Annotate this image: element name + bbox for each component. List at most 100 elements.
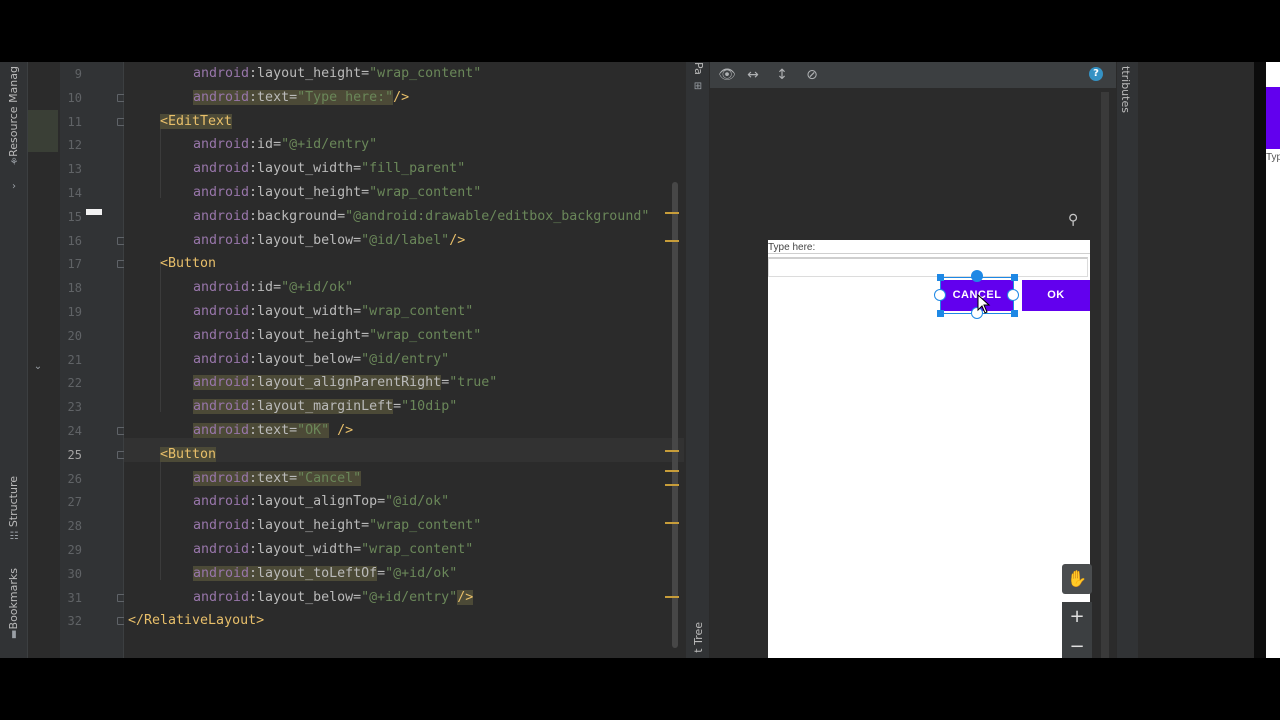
line-number: 15 [67,209,82,224]
code-line[interactable]: <Button [160,443,217,467]
device-preview[interactable]: Type here: CANCEL OK [768,240,1090,658]
code-token: :layout_toLeftOf [249,565,378,581]
code-line[interactable]: android:text="Type here:"/> [193,86,409,110]
component-tree-tab[interactable]: t Tree [692,622,705,653]
pan-hand-button[interactable]: ✋ [1062,564,1092,594]
chevron-down-icon[interactable]: ⌄ [32,362,44,372]
code-token: "@id/label" [361,232,450,248]
code-token: :layout_width= [249,304,362,319]
code-line[interactable]: </RelativeLayout> [128,609,264,633]
error-stripe-mark[interactable] [665,240,679,242]
error-stripe-mark[interactable] [665,596,679,598]
warning-indicator[interactable] [86,209,102,215]
preview-label[interactable]: Type here: [768,242,815,253]
code-token: <EditText [160,113,233,129]
code-line[interactable]: android:id="@+id/ok" [193,276,353,300]
magnet-off-icon[interactable]: ⊘ [803,66,821,84]
resize-handle[interactable] [937,274,944,281]
preview-ok-button[interactable]: OK [1022,280,1090,311]
pin-icon[interactable]: ⚲ [1068,212,1078,228]
code-line[interactable]: android:layout_width="fill_parent" [193,157,465,181]
eye-icon[interactable]: 👁 [718,66,736,84]
error-stripe-mark[interactable] [665,484,679,486]
preview-entry-field[interactable] [768,257,1088,277]
code-line[interactable]: android:text="OK" /> [193,419,353,443]
code-line[interactable]: <Button [160,252,216,276]
code-editor[interactable]: android:layout_height="wrap_content" andr… [124,62,684,658]
error-stripe-mark[interactable] [665,450,679,452]
zoom-in-button[interactable]: + [1062,602,1092,632]
code-line[interactable]: android:background="@android:drawable/ed… [193,205,649,229]
code-line[interactable]: android:layout_height="wrap_content" [193,324,481,348]
error-stripe-mark[interactable] [665,522,679,524]
change-marker [28,110,58,152]
editor-scrollbar[interactable] [672,182,678,648]
code-token: android [193,66,250,81]
resize-handle[interactable] [1011,274,1018,281]
code-line[interactable]: android:layout_height="wrap_content" [193,181,481,205]
code-token: :layout_alignParentRight [249,375,442,391]
code-line[interactable]: android:layout_alignTop="@id/ok" [193,490,449,514]
code-token: <Button [160,256,217,272]
error-stripe-mark[interactable] [665,212,679,214]
code-token: android [193,304,250,319]
code-token: :background= [249,208,346,224]
top-anchor-handle[interactable] [971,270,983,282]
attributes-tab[interactable]: ttributes [1119,66,1132,113]
code-token: :layout_height= [249,66,370,81]
ide-window: Resource Manag ⚘ › Structure ☷ Bookmarks… [0,62,1280,658]
code-line[interactable]: android:layout_width="wrap_content" [193,538,473,562]
code-line[interactable]: android:layout_height="wrap_content" [193,514,481,538]
code-token: android [193,89,250,105]
code-line[interactable]: android:layout_toLeftOf="@+id/ok" [193,562,457,586]
code-token: :layout_alignTop= [249,494,386,510]
code-line[interactable]: android:text="Cancel" [193,467,362,491]
code-token: "wrap_content" [369,518,482,534]
resize-handle[interactable] [1011,310,1018,317]
code-line[interactable]: android:layout_below="@+id/entry"/> [193,586,474,610]
code-line[interactable]: android:layout_below="@id/entry" [193,348,449,372]
code-line[interactable]: android:layout_below="@id/label"/> [193,229,465,253]
structure-tab[interactable]: Structure [7,476,20,527]
code-line[interactable]: <EditText [160,110,233,134]
line-number: 31 [67,590,82,605]
code-line[interactable]: android:layout_height="wrap_content" [193,62,481,86]
emulator-edge-text: Typ [1266,152,1280,163]
code-token: "Cancel" [297,470,362,486]
attributes-strip [1116,62,1138,658]
line-number: 16 [67,233,82,248]
empty-panel [1138,62,1254,658]
line-number: 30 [67,566,82,581]
code-line[interactable]: android:layout_marginLeft="10dip" [193,395,457,419]
code-token: :id= [249,280,282,296]
error-stripe-mark[interactable] [665,470,679,472]
code-line[interactable]: android:id="@+id/entry" [193,133,377,157]
resource-manager-icon: ⚘ [9,157,19,168]
line-number: 19 [67,305,82,319]
resource-manager-tab[interactable]: Resource Manag [7,66,20,157]
left-anchor-handle[interactable] [934,289,946,301]
code-line[interactable]: android:layout_alignParentRight="true" [193,371,497,395]
mouse-cursor-icon [977,294,991,314]
help-icon[interactable]: ? [1089,67,1103,81]
code-token: <Button [160,446,217,462]
code-token: = [377,565,386,581]
zoom-out-button[interactable]: − [1062,632,1092,658]
line-number: 18 [67,281,82,296]
code-line[interactable]: android:layout_width="wrap_content" [193,300,473,324]
code-token: :layout_below= [249,589,362,605]
bookmarks-tab[interactable]: Bookmarks [7,568,20,629]
code-token: = [441,375,450,391]
code-token: android [193,423,250,438]
horizontal-resize-icon[interactable]: ↔ [744,66,762,84]
code-token: /> [457,589,474,605]
design-scrollbar[interactable] [1101,92,1109,658]
code-token: android [193,161,250,177]
right-anchor-handle[interactable] [1007,289,1019,301]
code-token: "Type here:" [297,89,394,105]
palette-tab[interactable]: Pa [692,62,705,75]
vertical-resize-icon[interactable]: ↕ [773,66,791,84]
line-number: 26 [67,471,82,486]
code-token: :text= [249,423,298,438]
resize-handle[interactable] [937,310,944,317]
